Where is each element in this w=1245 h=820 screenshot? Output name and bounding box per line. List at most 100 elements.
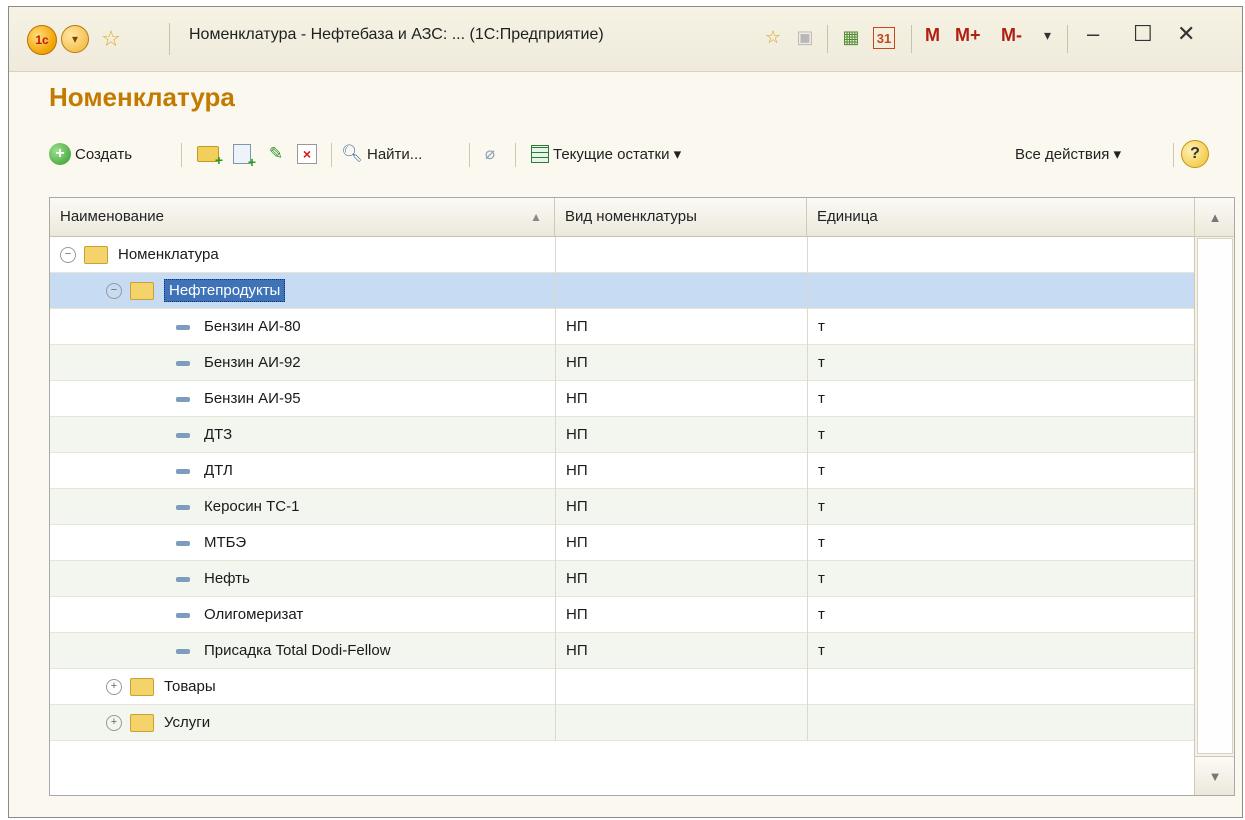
scroll-down-icon[interactable]: ▼ [1195,756,1234,795]
table-row[interactable]: + Услуги [50,705,1194,741]
scroll-up-icon[interactable]: ▲ [1195,198,1234,237]
scroll-thumb[interactable] [1197,238,1233,754]
table-row[interactable]: − Номенклатура [50,237,1194,273]
toolbar-separator [331,143,332,167]
cell-kind: НП [555,633,807,669]
mark-delete-button[interactable]: × [297,137,317,171]
add-favorite-star-icon[interactable]: ☆ [761,25,785,49]
cell-unit: т [807,525,1194,561]
column-header-name[interactable]: Наименование ▲ [50,198,555,236]
favorites-star-icon[interactable]: ☆ [97,25,125,53]
cell-name: Олигомеризат [50,597,555,633]
cell-unit [807,669,1194,705]
collapse-icon[interactable]: − [60,247,76,264]
cell-name: Присадка Total Dodi-Fellow [50,633,555,669]
cell-unit: т [807,597,1194,633]
1c-logo-icon[interactable]: 1с [27,25,57,55]
cell-unit: т [807,561,1194,597]
cancel-search-icon: ⌀ [484,144,496,163]
create-group-button[interactable] [197,137,223,171]
current-stock-button[interactable]: Текущие остатки ▾ [531,137,681,171]
nomenclature-table: Наименование ▲ Вид номенклатуры Единица … [49,197,1235,796]
calendar-icon[interactable]: 31 [873,27,895,49]
cell-name: + Товары [50,669,555,705]
help-button[interactable]: ? [1181,137,1209,171]
cell-kind: НП [555,525,807,561]
title-separator [827,25,828,53]
toolbar: + Создать ✎ × 🔍︎ Найти... ⌀ Текущие оста… [49,137,1228,173]
table-row[interactable]: Керосин ТС-1 НП т [50,489,1194,525]
memory-m-button[interactable]: M [925,25,940,46]
table-row[interactable]: МТБЭ НП т [50,525,1194,561]
table-row[interactable]: Нефть НП т [50,561,1194,597]
cell-kind [555,669,807,705]
close-icon[interactable]: ✕ [1177,21,1195,47]
copy-icon [233,144,256,170]
cell-unit: т [807,453,1194,489]
expand-icon[interactable]: + [106,715,122,732]
column-header-kind[interactable]: Вид номенклатуры [555,198,807,236]
table-row[interactable]: Бензин АИ-80 НП т [50,309,1194,345]
find-button[interactable]: 🔍︎ Найти... [341,137,422,171]
item-icon [176,540,190,546]
table-row[interactable]: + Товары [50,669,1194,705]
collapse-icon[interactable]: − [106,283,122,300]
column-header-label: Единица [817,208,878,225]
column-header-unit[interactable]: Единица [807,198,1194,236]
memory-mminus-button[interactable]: M- [1001,25,1022,46]
history-icon[interactable]: ▣ [793,25,817,49]
cell-kind: НП [555,345,807,381]
cell-unit: т [807,417,1194,453]
plus-icon: + [49,143,71,165]
cell-name: Бензин АИ-95 [50,381,555,417]
memory-mplus-button[interactable]: M+ [955,25,981,46]
cancel-search-button[interactable]: ⌀ [479,137,501,171]
table-grid-icon [531,145,549,163]
create-label: Создать [75,145,133,163]
copy-button[interactable] [233,137,256,171]
row-name-label: ДТЛ [204,462,233,479]
all-actions-button[interactable]: Все действия ▾ [1015,137,1121,171]
edit-button[interactable]: ✎ [265,137,287,171]
cell-kind [555,237,807,273]
main-menu-button[interactable]: ▾ [61,25,89,53]
cell-unit: т [807,633,1194,669]
cell-kind: НП [555,309,807,345]
more-arrow-icon[interactable]: ▾ [1044,27,1051,44]
help-icon: ? [1181,140,1209,168]
title-bar: 1с ▾ ☆ Номенклатура - Нефтебаза и АЗС: .… [9,7,1242,72]
table-row[interactable]: Олигомеризат НП т [50,597,1194,633]
table-row[interactable]: Бензин АИ-95 НП т [50,381,1194,417]
toolbar-separator [515,143,516,167]
item-icon [176,648,190,654]
create-button[interactable]: + Создать [49,137,132,171]
expand-icon[interactable]: + [106,679,122,696]
find-label: Найти... [367,145,423,163]
calculator-icon[interactable]: ▦ [839,25,863,49]
folder-icon [130,678,154,697]
row-name-label: Товары [164,678,216,695]
row-name-label: Номенклатура [118,246,219,263]
table-row[interactable]: − Нефтепродукты [50,273,1194,309]
cell-name: − Номенклатура [50,237,555,273]
table-row[interactable]: Присадка Total Dodi-Fellow НП т [50,633,1194,669]
cell-unit: т [807,309,1194,345]
table-row[interactable]: ДТЗ НП т [50,417,1194,453]
maximize-icon[interactable]: ☐ [1133,21,1153,47]
row-name-label: Услуги [164,714,211,731]
minimize-icon[interactable]: – [1087,21,1099,47]
current-stock-label: Текущие остатки ▾ [553,146,682,163]
cell-kind: НП [555,417,807,453]
app-window: 1с ▾ ☆ Номенклатура - Нефтебаза и АЗС: .… [8,6,1243,818]
row-name-label: Нефтепродукты [164,279,286,302]
table-row[interactable]: Бензин АИ-92 НП т [50,345,1194,381]
cell-unit [807,705,1194,741]
table-row[interactable]: ДТЛ НП т [50,453,1194,489]
cell-name: − Нефтепродукты [50,273,555,309]
toolbar-separator [181,143,182,167]
item-icon [176,504,190,510]
vertical-scrollbar[interactable]: ▲ ▼ [1194,198,1234,795]
cell-unit: т [807,381,1194,417]
row-name-label: ДТЗ [204,426,233,443]
row-name-label: Керосин ТС-1 [204,498,300,515]
